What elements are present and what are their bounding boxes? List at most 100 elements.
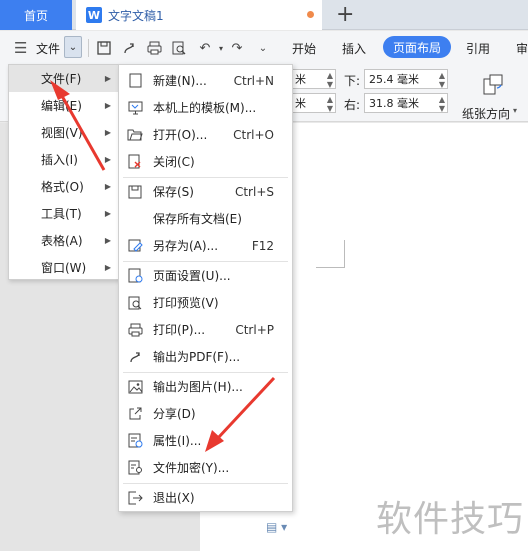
customize-toolbar-icon[interactable]: ⌄	[254, 37, 272, 59]
menu-save-label: 保存(S)	[153, 185, 194, 199]
print-preview-icon[interactable]	[170, 37, 188, 59]
menu-share-label: 分享(D)	[153, 407, 196, 421]
menu-save[interactable]: 保存(S) Ctrl+S	[119, 178, 292, 205]
menu-item-tools[interactable]: 工具(T) ▶	[9, 200, 119, 227]
menu-new-label: 新建(N)...	[153, 74, 207, 88]
submenu-arrow-icon: ▶	[104, 263, 111, 272]
menu-page-setup-label: 页面设置(U)...	[153, 269, 231, 283]
watermark: 软件技巧	[376, 499, 525, 540]
menu-exit-label: 退出(X)	[153, 491, 195, 505]
pdf-icon	[127, 349, 143, 365]
margin-bottom-value: 25.4 毫米	[369, 73, 419, 86]
file-menu-dropdown-button[interactable]: ⌄	[64, 36, 82, 58]
export-pdf-icon[interactable]	[120, 37, 138, 59]
margin-right-value: 31.8 毫米	[369, 97, 419, 110]
page-orientation-icon	[483, 74, 503, 95]
submenu-arrow-icon: ▶	[104, 155, 111, 164]
margin-bottom-input[interactable]: 25.4 毫米 ▲ ▼	[364, 69, 448, 89]
menu-save-as-shortcut: F12	[251, 238, 274, 253]
tab-home[interactable]: 首页	[0, 0, 72, 30]
tab-page-layout[interactable]: 页面布局	[383, 36, 451, 58]
menu-new[interactable]: 新建(N)... Ctrl+N	[119, 67, 292, 94]
tab-start[interactable]: 开始	[292, 37, 316, 59]
menu-item-insert[interactable]: 插入(I) ▶	[9, 146, 119, 173]
margin-left-input[interactable]: 米 ▲ ▼	[290, 93, 336, 113]
menu-item-window[interactable]: 窗口(W) ▶	[9, 254, 119, 281]
menu-share[interactable]: 分享(D)	[119, 400, 292, 427]
tab-document[interactable]: W 文字文稿1	[76, 0, 322, 30]
new-tab-button[interactable]: +	[336, 2, 354, 28]
unsaved-dot-icon	[307, 11, 314, 18]
menu-export-pdf[interactable]: 输出为PDF(F)...	[119, 343, 292, 370]
menu-save-all-label: 保存所有文档(E)	[153, 212, 242, 226]
menu-print[interactable]: 打印(P)... Ctrl+P	[119, 316, 292, 343]
submenu-arrow-icon: ▶	[104, 101, 111, 110]
orientation-button[interactable]: 纸张方向 ▾	[462, 73, 520, 121]
margin-right-input[interactable]: 31.8 毫米 ▲ ▼	[364, 93, 448, 113]
margin-bottom-label: 下:	[344, 74, 361, 88]
menu-print-shortcut: Ctrl+P	[235, 322, 274, 337]
spin-arrows-icon[interactable]: ▲ ▼	[439, 71, 445, 89]
margin-corner-mark	[316, 267, 345, 268]
menu-item-label: 窗口(W)	[41, 261, 87, 275]
submenu-arrow-icon: ▶	[104, 182, 111, 191]
page-status-icon[interactable]: ▤ ▾	[266, 520, 287, 534]
menu-item-label: 插入(I)	[41, 153, 78, 167]
menu-item-label: 文件(F)	[41, 72, 82, 86]
tab-bar: 首页 W 文字文稿1 +	[0, 0, 528, 30]
margin-top-input[interactable]: 米 ▲ ▼	[290, 69, 336, 89]
menu-save-shortcut: Ctrl+S	[234, 184, 274, 199]
menu-print-preview-label: 打印预览(V)	[153, 296, 219, 310]
menu-export-image[interactable]: 输出为图片(H)...	[119, 373, 292, 400]
print-icon[interactable]	[145, 37, 163, 59]
menu-local-templates-label: 本机上的模板(M)...	[153, 101, 257, 115]
template-icon	[127, 100, 143, 116]
menu-print-preview[interactable]: 打印预览(V)	[119, 289, 292, 316]
image-icon	[127, 379, 143, 395]
save-as-icon	[127, 238, 143, 254]
menu-page-setup[interactable]: 页面设置(U)...	[119, 262, 292, 289]
spin-arrows-icon[interactable]: ▲ ▼	[327, 95, 333, 113]
menu-close[interactable]: 关闭(C)	[119, 148, 292, 175]
menu-item-format[interactable]: 格式(O) ▶	[9, 173, 119, 200]
page-setup-icon	[127, 268, 143, 284]
menu-local-templates[interactable]: 本机上的模板(M)...	[119, 94, 292, 121]
menu-save-as-label: 另存为(A)...	[153, 239, 219, 253]
menu-item-edit[interactable]: 编辑(E) ▶	[9, 92, 119, 119]
orientation-label: 纸张方向	[462, 107, 511, 121]
menu-item-view[interactable]: 视图(V) ▶	[9, 119, 119, 146]
folder-icon	[127, 127, 143, 143]
spin-arrows-icon[interactable]: ▲ ▼	[327, 71, 333, 89]
spin-arrows-icon[interactable]: ▲ ▼	[439, 95, 445, 113]
menu-item-file[interactable]: 文件(F) ▶	[9, 65, 119, 92]
hamburger-menu-icon[interactable]: ☰	[14, 37, 27, 59]
toolbar-divider	[88, 39, 89, 57]
tab-references[interactable]: 引用	[466, 37, 490, 59]
document-title: 文字文稿1	[108, 8, 164, 23]
menu-export-pdf-label: 输出为PDF(F)...	[153, 350, 241, 364]
save-icon[interactable]	[95, 37, 113, 59]
quick-toolbar: ☰ 文件 ⌄ ↶ ▾ ↷ ⌄ 开始 插入 页面布局 引用 审	[0, 31, 528, 65]
submenu-arrow-icon: ▶	[104, 74, 111, 83]
close-doc-icon	[127, 154, 143, 170]
share-icon	[127, 406, 143, 422]
menu-item-label: 视图(V)	[41, 126, 83, 140]
redo-icon[interactable]: ↷	[228, 37, 246, 59]
submenu-arrow-icon: ▶	[104, 128, 111, 137]
menu-properties-label: 属性(I)...	[153, 434, 202, 448]
menu-encrypt[interactable]: 文件加密(Y)...	[119, 454, 292, 481]
menu-exit[interactable]: 退出(X)	[119, 484, 292, 511]
tab-review[interactable]: 审	[516, 37, 528, 59]
menu-export-image-label: 输出为图片(H)...	[153, 380, 243, 394]
orientation-dropdown-icon: ▾	[513, 106, 518, 115]
file-menu-button[interactable]: 文件	[36, 37, 60, 59]
menu-open[interactable]: 打开(O)... Ctrl+O	[119, 121, 292, 148]
tab-insert[interactable]: 插入	[342, 37, 366, 59]
menu-save-as[interactable]: 另存为(A)... F12	[119, 232, 292, 259]
menu-close-label: 关闭(C)	[153, 155, 195, 169]
menu-save-all[interactable]: 保存所有文档(E)	[119, 205, 292, 232]
menu-item-label: 格式(O)	[41, 180, 84, 194]
menu-properties[interactable]: 属性(I)...	[119, 427, 292, 454]
menu-item-table[interactable]: 表格(A) ▶	[9, 227, 119, 254]
menu-print-label: 打印(P)...	[153, 323, 206, 337]
